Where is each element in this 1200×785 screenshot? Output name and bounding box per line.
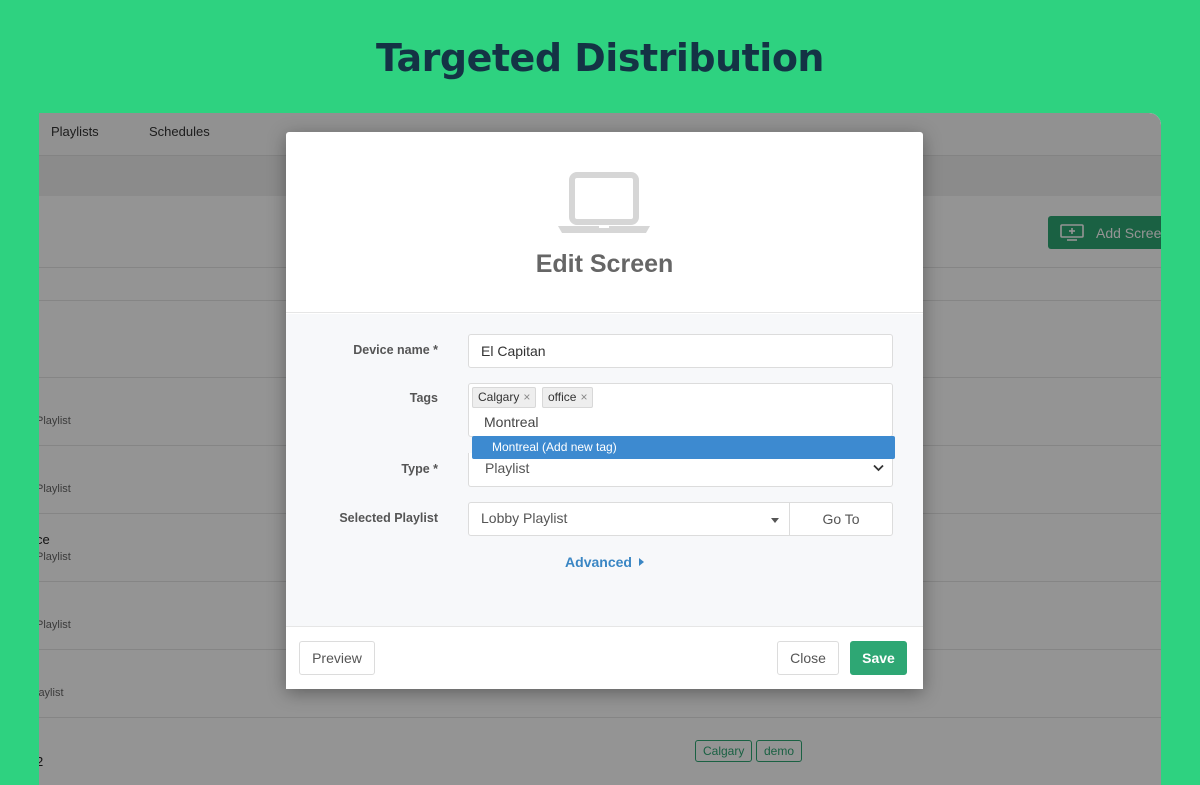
preview-button[interactable]: Preview [299,641,375,675]
tags-input[interactable]: Calgary × office × Montreal [468,383,893,437]
selected-playlist-label: Selected Playlist [339,511,438,525]
go-to-button[interactable]: Go To [789,502,893,536]
caret-right-icon [638,558,644,566]
table-row[interactable]: 2 Calgary demo [39,718,1161,785]
modal-title: Edit Screen [535,250,674,278]
hero-title: Targeted Distribution [376,36,824,80]
row-content-type: Playlist [39,551,71,563]
playlist-select-value: Lobby Playlist [481,510,568,526]
row-name: ce [39,532,50,547]
tags-label: Tags [409,391,438,405]
row-tag: Calgary [695,740,753,762]
tag-chip[interactable]: office × [542,387,594,408]
advanced-toggle[interactable]: Advanced [286,554,923,570]
device-name-input[interactable]: El Capitan [468,334,893,368]
tag-chip-text: office [548,390,577,404]
save-button[interactable]: Save [850,641,907,675]
device-name-label: Device name * [353,343,438,357]
close-button[interactable]: Close [777,641,839,675]
tag-chip-text: Calgary [478,390,520,404]
playlist-select[interactable]: Lobby Playlist [468,502,790,536]
row-content-type: Playlist [39,619,71,631]
row-name: 2 [39,754,44,769]
chip-remove-icon[interactable]: × [580,390,587,404]
type-label: Type * [401,462,438,476]
nav-item-schedules[interactable]: Schedules [149,124,210,139]
chip-remove-icon[interactable]: × [523,390,530,404]
modal-footer: Preview Close Save [286,626,923,689]
chevron-down-icon [873,464,884,472]
row-tag: demo [756,740,803,762]
edit-screen-modal: Edit Screen Device name * El Capitan Tag… [286,132,923,689]
tag-chip[interactable]: Calgary × [472,387,537,408]
row-content-type: Playlist [39,415,71,427]
row-content-type: Playlist [39,483,71,495]
tag-suggestion-option[interactable]: Montreal (Add new tag) [472,436,895,459]
advanced-label: Advanced [565,554,632,570]
caret-down-icon [771,518,779,523]
tag-typed-text[interactable]: Montreal [484,414,538,430]
nav-item-playlists[interactable]: Playlists [51,124,99,139]
modal-header: Edit Screen [286,132,923,313]
type-select-value: Playlist [485,460,530,476]
laptop-icon [558,172,650,233]
row-content-type: laylist [39,687,64,699]
